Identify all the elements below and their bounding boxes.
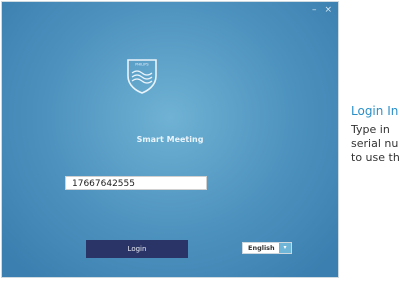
logo-brand-text: PHILIPS [135, 63, 149, 67]
phone-number-input[interactable]: 17667642555 [65, 176, 207, 190]
language-select[interactable]: English ▾ [242, 242, 292, 254]
app-window: – × PHILIPS Smart Meeting 17667642555 Lo… [2, 2, 338, 277]
window-controls: – × [312, 5, 332, 15]
help-body: Type in serial nu to use th [351, 123, 400, 165]
help-title: Login In [351, 104, 399, 118]
language-select-value: English [248, 244, 275, 252]
close-icon[interactable]: × [324, 5, 332, 15]
help-line: serial nu [351, 137, 399, 150]
app-title: Smart Meeting [136, 135, 204, 144]
philips-shield-icon: PHILIPS [127, 59, 157, 94]
help-line: to use th [351, 151, 400, 164]
minimize-icon[interactable]: – [312, 5, 317, 15]
login-button[interactable]: Login [86, 240, 188, 258]
chevron-down-icon[interactable]: ▾ [279, 243, 291, 253]
help-line: Type in [351, 123, 390, 136]
